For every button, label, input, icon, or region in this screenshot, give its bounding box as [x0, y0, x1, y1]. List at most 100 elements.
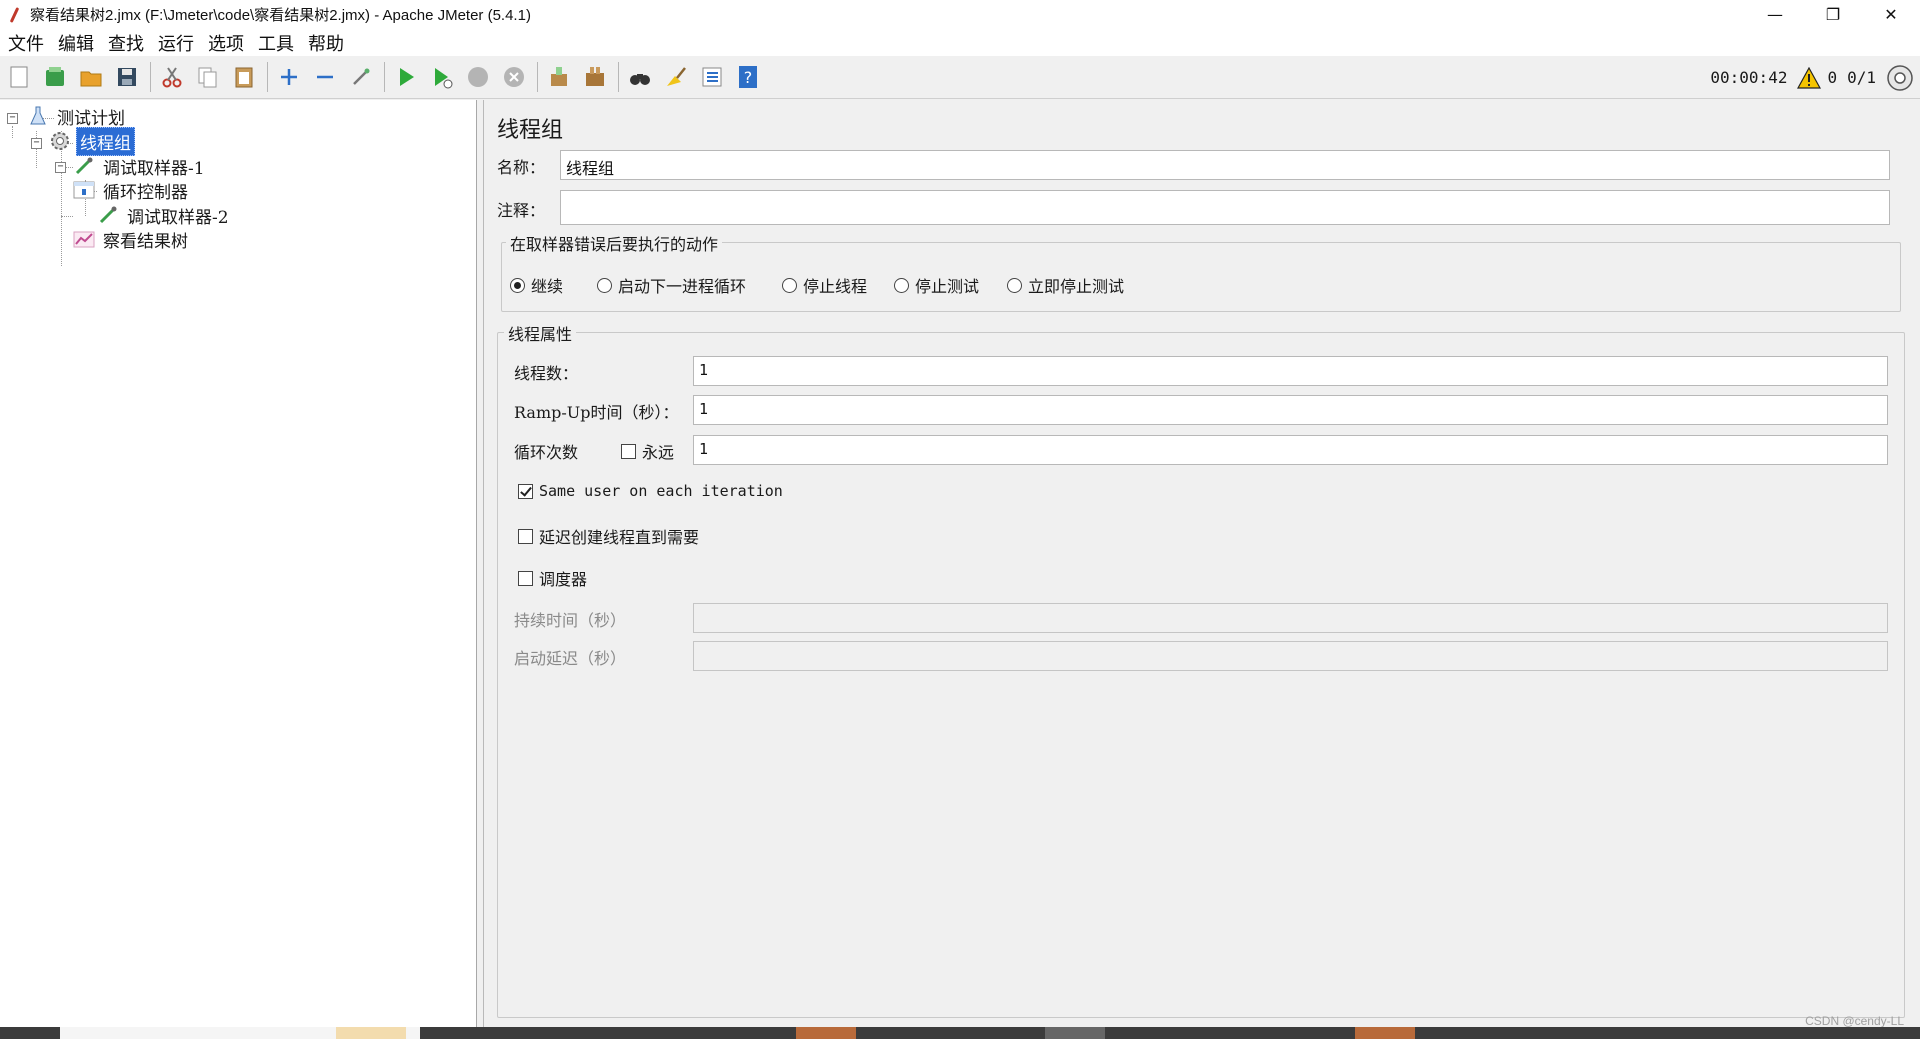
- tree-node-debug-sampler-1[interactable]: 调试取样器-1: [73, 153, 208, 179]
- maximize-button[interactable]: ❐: [1804, 0, 1862, 29]
- help-question-icon: ?: [739, 66, 757, 88]
- open-folder-icon: [80, 71, 102, 87]
- menu-file[interactable]: 文件: [2, 30, 50, 56]
- threads-input[interactable]: 1: [693, 356, 1888, 386]
- radio-indicator: [597, 277, 612, 293]
- sampler-pipette-icon: [73, 155, 95, 177]
- panel-splitter[interactable]: [477, 100, 484, 1027]
- checkbox-indicator: [518, 528, 533, 544]
- menu-options[interactable]: 选项: [202, 30, 250, 56]
- name-input[interactable]: 线程组: [560, 150, 1890, 180]
- radio-indicator: [1007, 277, 1022, 293]
- collapse-all-button[interactable]: [310, 62, 340, 92]
- tree-node-view-results-tree[interactable]: 察看结果树: [73, 226, 191, 252]
- menu-edit[interactable]: 编辑: [52, 30, 100, 56]
- shutdown-button[interactable]: [499, 62, 529, 92]
- menu-search[interactable]: 查找: [102, 30, 150, 56]
- toggle-button[interactable]: [346, 62, 376, 92]
- radio-label: 立即停止测试: [1028, 277, 1125, 296]
- toolbar-separator: [267, 62, 268, 92]
- start-button[interactable]: [391, 62, 421, 92]
- new-button[interactable]: [4, 62, 34, 92]
- checkbox-indicator: [621, 443, 636, 459]
- action-stop-test-now-radio[interactable]: 立即停止测试: [1007, 273, 1124, 297]
- paste-button[interactable]: [229, 62, 259, 92]
- checkbox-indicator: [518, 483, 533, 499]
- menu-bar: 文件 编辑 查找 运行 选项 工具 帮助: [0, 29, 1920, 56]
- results-chart-icon: [73, 228, 95, 250]
- open-button[interactable]: [76, 62, 106, 92]
- test-plan-tree[interactable]: − 测试计划 − 线程组 调试取样器-1 − 循环控制器 调试取样器-2 察看结…: [0, 100, 477, 1027]
- clear-button[interactable]: [544, 62, 574, 92]
- paste-clipboard-icon: [235, 67, 253, 88]
- checkbox-label: 延迟创建线程直到需要: [539, 528, 700, 547]
- action-stop-thread-radio[interactable]: 停止线程: [782, 273, 867, 297]
- stop-button[interactable]: [463, 62, 493, 92]
- title-bar: 察看结果树2.jmx (F:\Jmeter\code\察看结果树2.jmx) -…: [0, 0, 1920, 29]
- clear-broom-icon: [551, 67, 567, 86]
- cut-button[interactable]: [157, 62, 187, 92]
- tree-node-thread-group[interactable]: 线程组: [49, 126, 135, 156]
- taskbar-segment: [336, 1027, 406, 1039]
- clear-all-button[interactable]: [580, 62, 610, 92]
- scissors-icon: [162, 67, 182, 88]
- thread-group-gear-icon: [49, 130, 71, 152]
- minimize-button[interactable]: —: [1746, 0, 1804, 29]
- same-user-checkbox[interactable]: Same user on each iteration: [518, 482, 783, 500]
- action-next-loop-radio[interactable]: 启动下一进程循环: [597, 273, 746, 297]
- comment-input[interactable]: [560, 190, 1890, 225]
- delay-thread-creation-checkbox[interactable]: 延迟创建线程直到需要: [518, 524, 699, 548]
- tree-collapse-toggle[interactable]: −: [7, 113, 18, 124]
- templates-button[interactable]: [40, 62, 70, 92]
- duration-label: 持续时间（秒）: [514, 611, 627, 630]
- rampup-input[interactable]: 1: [693, 395, 1888, 425]
- loop-forever-checkbox[interactable]: 永远: [621, 439, 674, 463]
- plus-icon: [281, 69, 297, 85]
- copy-button[interactable]: [193, 62, 223, 92]
- name-label: 名称：: [497, 158, 546, 177]
- tree-node-debug-sampler-2[interactable]: 调试取样器-2: [97, 202, 232, 228]
- tree-node-label: 调试取样器-2: [127, 207, 229, 228]
- help-button[interactable]: ?: [733, 62, 763, 92]
- save-button[interactable]: [112, 62, 142, 92]
- action-stop-test-radio[interactable]: 停止测试: [894, 273, 979, 297]
- taskbar-segment: [1045, 1027, 1105, 1039]
- rampup-label: Ramp-Up时间（秒）：: [514, 403, 679, 422]
- toolbar-separator: [150, 62, 151, 92]
- reset-search-button[interactable]: [661, 62, 691, 92]
- radio-indicator: [510, 277, 525, 293]
- expand-all-button[interactable]: [274, 62, 304, 92]
- startup-delay-input[interactable]: [693, 641, 1888, 671]
- taskbar-segment: [796, 1027, 856, 1039]
- close-button[interactable]: ✕: [1862, 0, 1920, 29]
- status-gear-icon[interactable]: [1886, 64, 1914, 92]
- tree-collapse-toggle[interactable]: −: [55, 162, 66, 173]
- function-helper-button[interactable]: [697, 62, 727, 92]
- tree-node-test-plan[interactable]: 测试计划: [27, 103, 128, 129]
- tree-node-loop-controller[interactable]: 循环控制器: [73, 177, 191, 203]
- error-action-legend: 在取样器错误后要执行的动作: [506, 231, 723, 255]
- clear-all-broom-icon: [586, 67, 604, 86]
- radio-label: 停止线程: [803, 277, 868, 296]
- play-no-timers-icon: [435, 68, 453, 89]
- warning-triangle-icon[interactable]: [1797, 66, 1822, 89]
- menu-run[interactable]: 运行: [152, 30, 200, 56]
- tree-node-label-selected: 线程组: [76, 126, 135, 156]
- duration-input[interactable]: [693, 603, 1888, 633]
- action-continue-radio[interactable]: 继续: [510, 273, 563, 297]
- copy-icon: [198, 67, 217, 88]
- checkbox-indicator: [518, 570, 533, 586]
- menu-tools[interactable]: 工具: [252, 30, 300, 56]
- scheduler-checkbox[interactable]: 调度器: [518, 566, 587, 590]
- toolbar-separator: [384, 62, 385, 92]
- toolbar-separator: [537, 62, 538, 92]
- tree-node-label: 察看结果树: [103, 231, 188, 252]
- loop-count-input[interactable]: 1: [693, 435, 1888, 465]
- tree-node-label: 循环控制器: [103, 182, 188, 203]
- tree-collapse-toggle[interactable]: −: [31, 138, 42, 149]
- menu-help[interactable]: 帮助: [302, 30, 350, 56]
- search-button[interactable]: [625, 62, 655, 92]
- sampler-pipette-icon: [97, 204, 119, 226]
- elapsed-timer: 00:00:42: [1710, 68, 1788, 87]
- start-no-pauses-button[interactable]: [427, 62, 457, 92]
